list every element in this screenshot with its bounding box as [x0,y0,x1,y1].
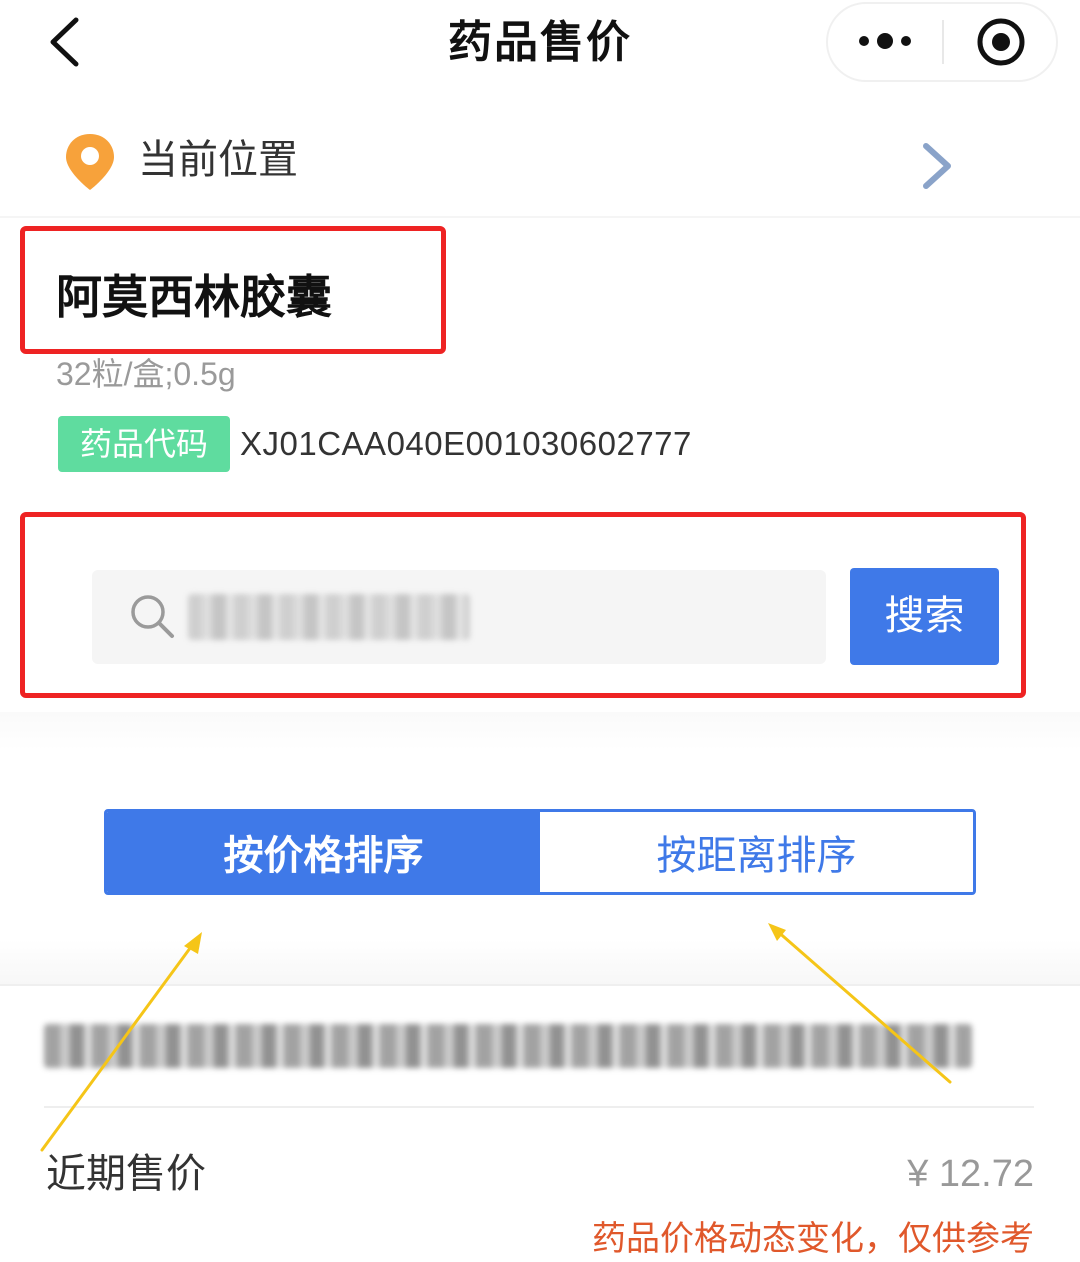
more-dots-icon[interactable] [850,16,920,66]
recent-price-label: 近期售价 [46,1151,206,1197]
location-label: 当前位置 [138,137,298,183]
sort-toggle: 按价格排序 按距离排序 [104,809,976,895]
section-separator [0,712,1080,750]
drug-code-value: XJ01CAA040E001030602777 [240,425,692,462]
sort-by-price-tab[interactable]: 按价格排序 [107,812,540,892]
highlight-box-drug-name [20,226,446,354]
target-circle-icon[interactable] [972,13,1030,71]
drug-code-badge: 药品代码 [58,416,230,472]
sort-by-distance-tab[interactable]: 按距离排序 [540,812,973,892]
capsule-divider [942,20,944,64]
highlight-box-search [20,512,1026,698]
chevron-right-icon[interactable] [914,140,958,192]
section-separator-2 [0,940,1080,986]
back-icon[interactable] [40,14,88,70]
pharmacy-name-redacted[interactable] [44,1024,972,1068]
drug-spec: 32粒/盒;0.5g [56,356,236,392]
price-disclaimer: 药品价格动态变化，仅供参考 [592,1219,1034,1259]
result-divider [44,1106,1034,1108]
recent-price-value: ¥ 12.72 [907,1153,1034,1195]
map-pin-icon [62,132,118,192]
